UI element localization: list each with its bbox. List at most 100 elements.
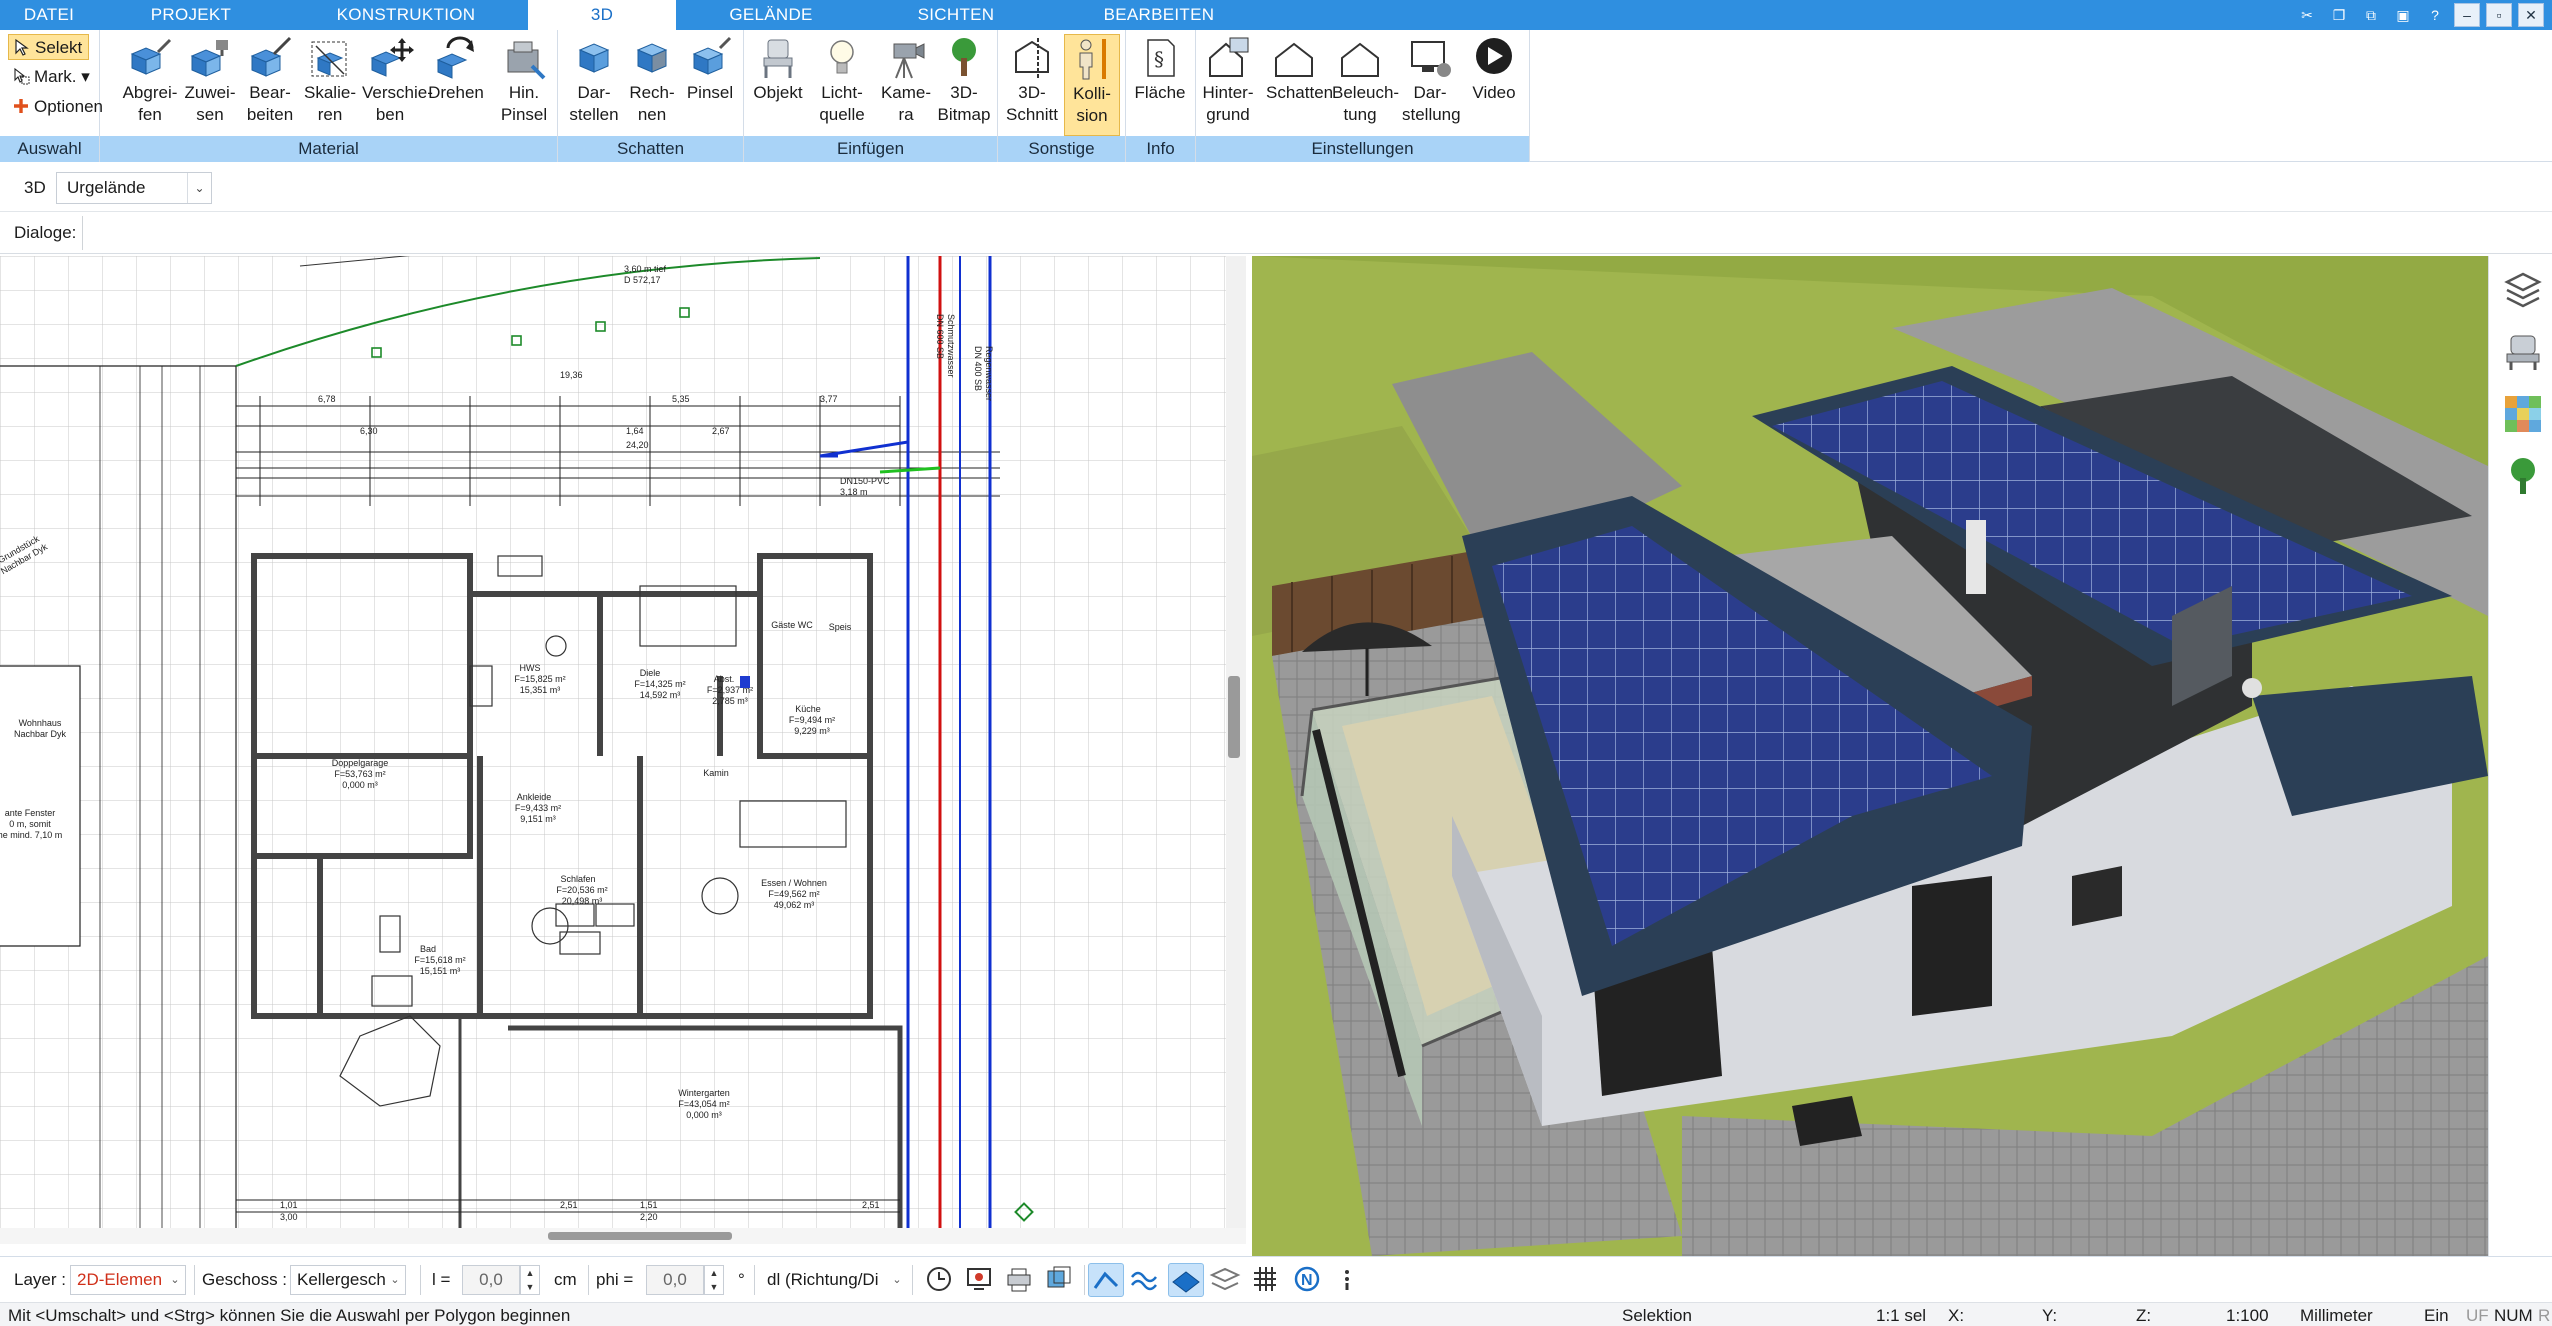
drehen-button[interactable]: Drehen	[428, 34, 484, 136]
rechnen-button[interactable]: Rech- nen	[624, 34, 680, 136]
kamera-button[interactable]: Kame- ra	[878, 34, 934, 136]
lichtquelle-button[interactable]: Licht- quelle	[814, 34, 870, 136]
dim-label: 3,00	[280, 1212, 298, 1222]
status-ein: Ein	[2424, 1306, 2449, 1325]
schatten-settings-button[interactable]: Schatten	[1266, 34, 1333, 136]
room-label: Speis	[829, 622, 852, 632]
scroll-thumb[interactable]	[548, 1232, 732, 1240]
floor-plan-drawing[interactable]: 6,78 5,35 3,77 19,36 6,30 1,64 2,67 24,2…	[0, 256, 1228, 1228]
darstellen-button[interactable]: Dar- stellen	[566, 34, 622, 136]
wall-snap-icon[interactable]	[1088, 1263, 1124, 1297]
3d-house-render[interactable]	[1252, 256, 2488, 1256]
floor-plan-view[interactable]: 6,78 5,35 3,77 19,36 6,30 1,64 2,67 24,2…	[0, 256, 1228, 1228]
schatten-pinsel-label: Pinsel	[686, 83, 734, 102]
tab-projekt[interactable]: PROJEKT	[98, 0, 284, 30]
hintergrund-label: Hinter- grund	[1202, 83, 1254, 124]
room-area: F=14,325 m²	[634, 679, 685, 689]
darstellung-label: Dar- stellung	[1402, 83, 1461, 124]
plus-icon	[14, 99, 28, 113]
copy-icon[interactable]: ❐	[2326, 3, 2352, 27]
tab-bearbeiten[interactable]: BEARBEITEN	[1046, 0, 1272, 30]
restore-button[interactable]: ▫	[2486, 3, 2512, 27]
selekt-button[interactable]: Selekt	[8, 34, 90, 60]
shadow-house-icon	[1275, 42, 1313, 77]
close-button[interactable]: ✕	[2518, 3, 2544, 27]
selekt-label: Selekt	[35, 38, 83, 57]
bearbeiten-button[interactable]: Bear- beiten	[242, 34, 298, 136]
scroll-thumb[interactable]	[1228, 676, 1240, 758]
phi-stepper[interactable]: ▲ ▼	[704, 1265, 724, 1295]
printer-icon[interactable]	[1002, 1263, 1038, 1297]
room-label: Abst.	[714, 674, 735, 684]
terrain-select[interactable]: Urgelände ⌄	[56, 172, 212, 204]
flaeche-button[interactable]: § Fläche	[1132, 34, 1188, 136]
length-input[interactable]: 0,0	[462, 1265, 520, 1295]
tools-icon[interactable]: ✂	[2294, 3, 2320, 27]
cube-calc-icon	[636, 43, 668, 73]
optionen-button[interactable]: Optionen	[8, 94, 103, 120]
direction-select[interactable]: dl (Richtung/Di ⌄	[760, 1265, 908, 1295]
schatten-pinsel-button[interactable]: Pinsel	[682, 34, 738, 136]
status-r: R	[2538, 1306, 2551, 1325]
help-icon[interactable]: ?	[2422, 3, 2448, 27]
tab-konstruktion[interactable]: KONSTRUKTION	[284, 0, 528, 30]
paste-icon[interactable]: ▣	[2390, 3, 2416, 27]
objekt-button[interactable]: Objekt	[750, 34, 806, 136]
tab-datei[interactable]: DATEI	[0, 0, 98, 30]
mark-button[interactable]: Mark. ▾	[8, 64, 90, 90]
furniture-icon[interactable]	[2501, 330, 2545, 374]
clock-icon[interactable]	[922, 1263, 958, 1297]
wave-snap-icon[interactable]	[1128, 1263, 1164, 1297]
tab-sichten[interactable]: SICHTEN	[866, 0, 1046, 30]
plan-vertical-scrollbar[interactable]	[1226, 256, 1246, 1228]
layers-icon[interactable]	[2501, 268, 2545, 312]
dim-label: 2,51	[862, 1200, 880, 1210]
abgreifen-button[interactable]: Abgrei- fen	[122, 34, 178, 136]
depth-label: 3,60 m tief D 572,17	[624, 264, 667, 285]
hintergrund-button[interactable]: Hinter- grund	[1200, 34, 1256, 136]
room-area: F=2,937 m²	[707, 685, 753, 695]
optionen-label: Optionen	[34, 97, 103, 116]
darstellung-button[interactable]: Dar- stellung	[1402, 34, 1461, 136]
restore-icon[interactable]: ⧉	[2358, 3, 2384, 27]
more-options-icon[interactable]	[1330, 1263, 1366, 1297]
north-icon[interactable]: N	[1290, 1263, 1326, 1297]
hin-pinsel-button[interactable]: Hin. Pinsel	[496, 34, 552, 136]
divider	[754, 1265, 755, 1295]
3d-schnitt-button[interactable]: 3D- Schnitt	[1004, 34, 1060, 136]
materials-icon[interactable]	[2501, 392, 2545, 436]
verschieben-button[interactable]: Verschie- ben	[362, 34, 433, 136]
status-unit: Millimeter	[2300, 1306, 2373, 1325]
video-button[interactable]: Video	[1466, 34, 1522, 136]
phi-input[interactable]: 0,0	[646, 1265, 704, 1295]
length-unit: cm	[554, 1270, 577, 1289]
layer-snap-icon[interactable]	[1208, 1263, 1244, 1297]
room-area: F=49,562 m²	[768, 889, 819, 899]
room-area: F=53,763 m²	[334, 769, 385, 779]
minimize-button[interactable]: –	[2454, 3, 2480, 27]
3d-view[interactable]	[1252, 256, 2488, 1256]
geschoss-select[interactable]: Kellergesch ⌄	[290, 1265, 406, 1295]
tree-icon[interactable]	[2501, 454, 2545, 498]
darstellen-label: Dar- stellen	[569, 83, 619, 124]
group-material-title: Material	[100, 136, 557, 162]
plane-snap-icon[interactable]	[1168, 1263, 1204, 1297]
layer-select[interactable]: 2D-Elemen ⌄	[70, 1265, 186, 1295]
scale-material-icon	[311, 41, 347, 77]
monitor-icon[interactable]	[962, 1263, 998, 1297]
copy-view-icon[interactable]	[1042, 1263, 1078, 1297]
tab-3d[interactable]: 3D	[528, 0, 676, 30]
room-label: Essen / Wohnen	[761, 878, 827, 888]
zuweisen-button[interactable]: Zuwei- sen	[182, 34, 238, 136]
beleuchtung-button[interactable]: Beleuch- tung	[1332, 34, 1399, 136]
grid-icon[interactable]	[1248, 1263, 1284, 1297]
plan-horizontal-scrollbar[interactable]	[0, 1228, 1246, 1244]
room-label: Bad	[420, 944, 436, 954]
skalieren-button[interactable]: Skalie- ren	[302, 34, 358, 136]
length-stepper[interactable]: ▲ ▼	[520, 1265, 540, 1295]
3d-bitmap-button[interactable]: 3D- Bitmap	[936, 34, 992, 136]
kollision-button[interactable]: Kolli- sion	[1064, 34, 1120, 136]
room-volume: 15,351 m³	[520, 685, 561, 695]
tab-gelaende[interactable]: GELÄNDE	[676, 0, 866, 30]
room-area: F=20,536 m²	[556, 885, 607, 895]
